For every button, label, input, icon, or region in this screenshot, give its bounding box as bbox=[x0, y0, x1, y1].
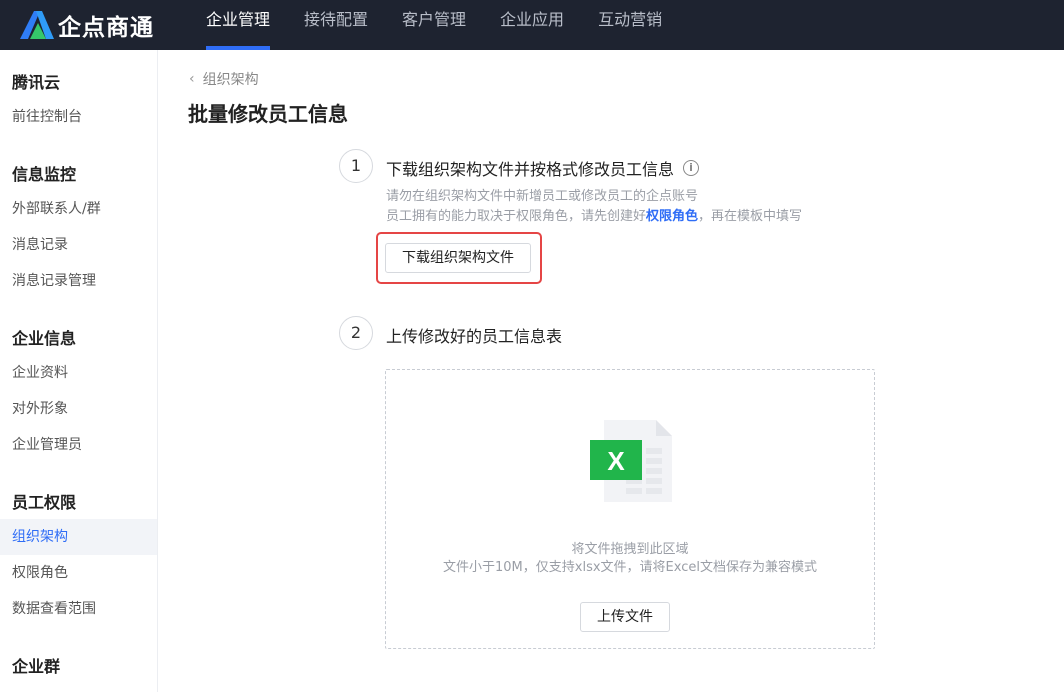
excel-file-icon: X bbox=[590, 420, 672, 502]
file-limit-hint: 文件小于10M，仅支持xlsx文件，请将Excel文档保存为兼容模式 bbox=[443, 560, 817, 575]
page-title: 批量修改员工信息 bbox=[188, 102, 348, 126]
brand-logo[interactable]: 企点商通 bbox=[16, 6, 154, 44]
breadcrumb[interactable]: ‹ 组织架构 bbox=[189, 69, 259, 89]
sidebar-item-org-structure[interactable]: 组织架构 bbox=[0, 519, 157, 555]
sidebar-item-permission-roles[interactable]: 权限角色 bbox=[0, 555, 157, 591]
sidebar-group-enterprise-groups: 企业群 bbox=[12, 657, 61, 676]
step-1-desc-suffix: ，再在模板中填写 bbox=[698, 209, 803, 224]
sidebar-item-data-view-scope[interactable]: 数据查看范围 bbox=[0, 591, 157, 627]
download-org-file-button[interactable]: 下载组织架构文件 bbox=[385, 243, 531, 273]
info-icon[interactable]: i bbox=[683, 160, 700, 176]
sidebar-item-public-image[interactable]: 对外形象 bbox=[0, 391, 157, 427]
step-1-desc-line-2: 员工拥有的能力取决于权限角色，请先创建好权限角色，再在模板中填写 bbox=[386, 207, 802, 227]
nav-reception-config[interactable]: 接待配置 bbox=[288, 0, 384, 50]
sidebar-item-console[interactable]: 前往控制台 bbox=[0, 99, 157, 135]
nav-customer-management[interactable]: 客户管理 bbox=[386, 0, 482, 50]
step-1-number: 1 bbox=[339, 149, 373, 183]
sidebar-item-message-records[interactable]: 消息记录 bbox=[0, 227, 157, 263]
brand-name: 企点商通 bbox=[58, 15, 154, 41]
nav-interactive-marketing[interactable]: 互动营销 bbox=[582, 0, 678, 50]
sidebar-item-enterprise-profile[interactable]: 企业资料 bbox=[0, 355, 157, 391]
drop-hint: 将文件拖拽到此区域 bbox=[571, 542, 689, 557]
step-1-desc-line-1: 请勿在组织架构文件中新增员工或修改员工的企点账号 bbox=[386, 189, 699, 204]
step-1-description: 请勿在组织架构文件中新增员工或修改员工的企点账号 员工拥有的能力取决于权限角色，… bbox=[386, 187, 802, 227]
chevron-left-icon: ‹ bbox=[189, 71, 195, 87]
breadcrumb-label: 组织架构 bbox=[202, 72, 259, 88]
upload-file-button[interactable]: 上传文件 bbox=[580, 602, 670, 632]
sidebar-item-enterprise-admins[interactable]: 企业管理员 bbox=[0, 427, 157, 463]
sidebar-group-enterprise-info: 企业信息 bbox=[12, 329, 77, 348]
step-1-desc-prefix: 员工拥有的能力取决于权限角色，请先创建好 bbox=[386, 209, 647, 224]
step-1-title-text: 下载组织架构文件并按格式修改员工信息 bbox=[386, 160, 675, 179]
nav-enterprise-management[interactable]: 企业管理 bbox=[190, 0, 286, 50]
step-1-title: 下载组织架构文件并按格式修改员工信息 i bbox=[386, 156, 700, 180]
sidebar-item-message-records-management[interactable]: 消息记录管理 bbox=[0, 263, 157, 299]
permission-roles-link[interactable]: 权限角色 bbox=[646, 209, 698, 224]
sidebar: 腾讯云 前往控制台 信息监控 外部联系人/群 消息记录 消息记录管理 企业信息 … bbox=[0, 50, 158, 692]
top-nav: 企业管理 接待配置 客户管理 企业应用 互动营销 bbox=[190, 0, 680, 50]
sidebar-group-staff-permissions: 员工权限 bbox=[12, 493, 77, 512]
nav-enterprise-apps[interactable]: 企业应用 bbox=[484, 0, 580, 50]
top-bar: 企点商通 企业管理 接待配置 客户管理 企业应用 互动营销 bbox=[0, 0, 1064, 50]
main-content: ‹ 组织架构 批量修改员工信息 1 下载组织架构文件并按格式修改员工信息 i 请… bbox=[159, 50, 1064, 692]
file-drop-zone[interactable]: X 将文件拖拽到此区域 文件小于10M，仅支持xlsx文件，请将Excel文档保… bbox=[385, 369, 875, 649]
brand-logo-icon bbox=[20, 11, 54, 39]
sidebar-group-monitoring: 信息监控 bbox=[12, 165, 77, 184]
excel-letter: X bbox=[607, 446, 625, 476]
sidebar-item-external-contacts[interactable]: 外部联系人/群 bbox=[0, 191, 157, 227]
sidebar-group-tencent-cloud: 腾讯云 bbox=[12, 73, 61, 92]
step-2-number: 2 bbox=[339, 316, 373, 350]
step-2-title: 上传修改好的员工信息表 bbox=[386, 327, 563, 346]
